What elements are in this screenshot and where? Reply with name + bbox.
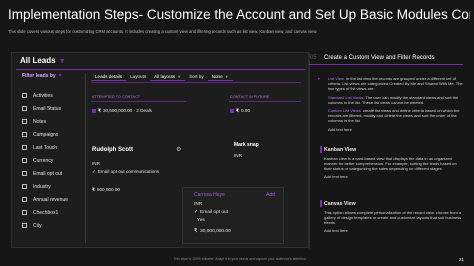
filter-item[interactable]: Chechbox1 xyxy=(22,206,82,219)
arrow-bullet-icon: ▸ xyxy=(318,76,321,82)
all-leads-label: All Leads xyxy=(20,56,56,65)
chevron-down-icon: ▼ xyxy=(224,74,229,79)
divider xyxy=(309,64,463,65)
filter-item[interactable]: City xyxy=(22,219,82,232)
crm-mockup: All Leads ▼ Filter leads by ▼ Activities E… xyxy=(11,52,310,249)
deal-card: Carrosa Haye Add INR ✓ Email opt out Yes … xyxy=(182,187,284,244)
divider xyxy=(16,69,306,70)
lane-color-marker xyxy=(92,108,96,113)
divider xyxy=(229,101,301,102)
lead-card-name[interactable]: Rudolph Scott xyxy=(92,147,133,153)
standard-list-item: Standard List Views The user can modify t… xyxy=(328,94,459,105)
lead-value: ₹500,000.00 xyxy=(92,187,120,192)
checkbox[interactable] xyxy=(22,132,27,137)
check-icon: ✓ xyxy=(194,210,199,215)
canvas-view-text: This option allows complete personalizat… xyxy=(324,210,462,226)
lane-total: ₹0.00 xyxy=(230,108,250,114)
filter-item[interactable]: Email Status xyxy=(22,102,82,115)
deal-card-heading: Carrosa Haye xyxy=(194,192,225,198)
checkbox[interactable] xyxy=(22,106,27,111)
deal-currency: INR xyxy=(194,202,203,207)
column-header-future: CONTACT IN FUTURE xyxy=(230,95,270,99)
page-number: 21 xyxy=(458,257,464,262)
tab-layouts[interactable]: Layouts xyxy=(126,72,150,81)
lead-email-opt-out: ✓ Email opt out communications xyxy=(92,169,160,174)
slide-subtitle: This slide covers various steps for cust… xyxy=(8,29,318,34)
lane-total: ₹30,500,000.00 · 2 Deals xyxy=(92,108,152,114)
step-number: 05 xyxy=(310,55,317,61)
divider xyxy=(85,73,86,243)
all-layouts-dropdown[interactable]: All layouts ▼ xyxy=(150,72,186,81)
add-text-placeholder: Add text here xyxy=(324,227,348,233)
filter-item[interactable]: Email opt out xyxy=(22,167,82,180)
checkbox[interactable] xyxy=(22,197,27,202)
chevron-down-icon: ▼ xyxy=(58,58,66,65)
deal-yes: Yes xyxy=(197,218,205,223)
column-header-attempted: ATTEMPTED TO CONTACT xyxy=(92,95,141,99)
filter-item[interactable]: Notes xyxy=(22,115,82,128)
checkbox[interactable] xyxy=(22,119,27,124)
lead-currency: INR xyxy=(92,161,100,166)
slide-footer: This slide is 100% editable. Adapt it to… xyxy=(173,257,307,261)
filter-item[interactable]: Campaigns xyxy=(22,128,82,141)
checkbox[interactable] xyxy=(22,184,27,189)
all-leads-dropdown[interactable]: All Leads ▼ xyxy=(20,56,66,65)
chevron-down-icon: ▼ xyxy=(177,74,182,79)
kanban-view-text: Kanban view is a card-based view that di… xyxy=(324,156,457,172)
deal-value: ₹30,000,000.00 xyxy=(194,229,231,234)
checkbox[interactable] xyxy=(22,158,27,163)
lead-currency: INR xyxy=(234,153,242,158)
checkbox[interactable] xyxy=(22,210,27,215)
list-view-item: List View In the list view the records ar… xyxy=(328,76,463,92)
custom-list-item: Custom List Views create list views and d… xyxy=(328,108,460,124)
slide-title: Implementation Steps- Customize the Acco… xyxy=(8,7,470,22)
checkbox[interactable] xyxy=(22,223,27,228)
step-title: Create a Custom View and Filter Records xyxy=(324,55,435,61)
lead-card-name[interactable]: Mark snap xyxy=(234,142,259,148)
filter-list: Activities Email Status Notes Campaigns … xyxy=(22,89,82,232)
add-text-placeholder: Add text here xyxy=(328,126,352,132)
check-icon: ✓ xyxy=(92,169,96,174)
section-marker xyxy=(320,200,322,207)
filter-item[interactable]: Activities xyxy=(22,89,82,102)
divider xyxy=(91,101,186,102)
section-marker xyxy=(320,146,322,153)
sort-by-label: Sort by xyxy=(189,74,204,79)
filter-leads-heading[interactable]: Filter leads by ▼ xyxy=(22,73,63,79)
checkbox[interactable] xyxy=(22,93,27,98)
divider xyxy=(309,53,310,249)
canvas-view-body: This option allows complete personalizat… xyxy=(324,210,462,235)
checkbox[interactable] xyxy=(22,145,27,150)
tab-leads-details[interactable]: Leads details xyxy=(91,72,127,81)
chevron-down-icon: ▼ xyxy=(57,73,63,79)
divider xyxy=(91,82,301,83)
deal-email-opt-out: ✓ Email opt out xyxy=(194,210,229,215)
list-view-notes: List View In the list view the records ar… xyxy=(328,76,463,135)
kanban-view-title: Kanban View xyxy=(324,147,357,153)
add-link[interactable]: Add xyxy=(266,192,275,198)
kanban-view-body: Kanban view is a card-based view that di… xyxy=(324,156,462,181)
checkbox[interactable] xyxy=(22,171,27,176)
filter-item[interactable]: Last Touch xyxy=(22,141,82,154)
filter-item[interactable]: Currency xyxy=(22,154,82,167)
crm-toolbar: Leads details Layouts All layouts ▼ Sort … xyxy=(91,72,233,81)
filter-item[interactable]: Annual revenue xyxy=(22,193,82,206)
sort-none-dropdown[interactable]: None ▼ xyxy=(207,72,233,81)
filter-item[interactable]: Industry xyxy=(22,180,82,193)
canvas-view-title: Canvas View xyxy=(324,201,356,207)
lane-color-marker xyxy=(230,108,234,113)
gear-icon[interactable]: ⚙ xyxy=(176,147,182,153)
add-text-placeholder: Add text here xyxy=(324,173,348,179)
